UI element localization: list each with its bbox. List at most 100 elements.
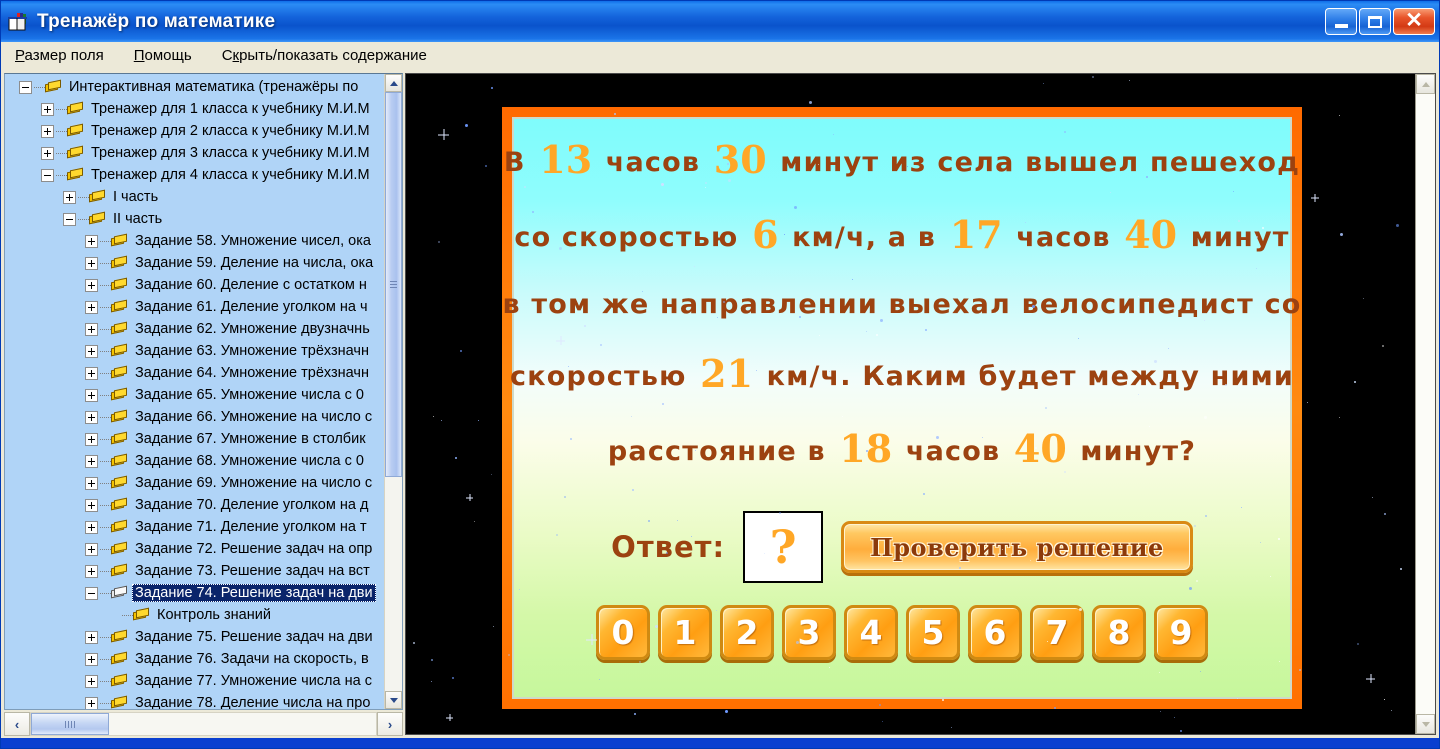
tree-scroll-thumb[interactable]: [385, 92, 402, 477]
tree-item[interactable]: Задание 66. Умножение на число с: [5, 406, 384, 428]
tree-item[interactable]: Задание 59. Деление на числа, ока: [5, 252, 384, 274]
minimize-button[interactable]: [1325, 8, 1357, 35]
tree-item[interactable]: Задание 64. Умножение трёхзначн: [5, 362, 384, 384]
tree-item[interactable]: II часть: [5, 208, 384, 230]
exercise-scroll-up-button[interactable]: [1416, 74, 1435, 94]
expand-icon[interactable]: [41, 124, 54, 138]
scroll-up-icon: [1421, 81, 1430, 87]
tree-scroll-right-button[interactable]: ›: [377, 712, 403, 736]
expand-icon[interactable]: [85, 300, 98, 314]
numpad-key-3[interactable]: 3: [782, 605, 836, 660]
expand-icon[interactable]: [63, 190, 76, 204]
tree-scroll-down-button[interactable]: [385, 691, 402, 709]
maximize-button[interactable]: [1359, 8, 1391, 35]
tree-item[interactable]: Задание 58. Умножение чисел, ока: [5, 230, 384, 252]
expand-icon[interactable]: [41, 146, 54, 160]
tree-item[interactable]: Тренажер для 1 класса к учебнику М.И.М: [5, 98, 384, 120]
tree-item[interactable]: Контроль знаний: [5, 604, 384, 626]
exercise-scroll-track[interactable]: [1416, 94, 1435, 714]
tree-item[interactable]: Тренажер для 3 класса к учебнику М.И.М: [5, 142, 384, 164]
numpad-key-5[interactable]: 5: [906, 605, 960, 660]
expand-icon[interactable]: [41, 102, 54, 116]
close-button[interactable]: ✕: [1393, 8, 1435, 35]
collapse-icon[interactable]: [85, 586, 98, 600]
collapse-icon[interactable]: [19, 80, 32, 94]
tree-connector: [34, 86, 45, 88]
answer-input-box[interactable]: ?: [743, 511, 824, 583]
tree-item[interactable]: Задание 62. Умножение двузначнь: [5, 318, 384, 340]
tree-item[interactable]: Задание 65. Умножение числа с 0: [5, 384, 384, 406]
tree-connector: [100, 350, 111, 352]
expand-icon[interactable]: [85, 234, 98, 248]
tree-item[interactable]: Задание 78. Деление числа на про: [5, 692, 384, 709]
expand-icon[interactable]: [85, 674, 98, 688]
numpad-key-2[interactable]: 2: [720, 605, 774, 660]
tree-item[interactable]: Тренажер для 2 класса к учебнику М.И.М: [5, 120, 384, 142]
menu-item-field-size[interactable]: Размер поля: [11, 45, 108, 66]
menu-item-help[interactable]: Помощь: [130, 45, 196, 66]
expand-icon[interactable]: [85, 454, 98, 468]
tree-item[interactable]: Задание 69. Умножение на число с: [5, 472, 384, 494]
numpad-key-8[interactable]: 8: [1092, 605, 1146, 660]
tree-item[interactable]: Задание 76. Задачи на скорость, в: [5, 648, 384, 670]
tree-item[interactable]: Задание 77. Умножение числа на с: [5, 670, 384, 692]
tree-item[interactable]: Задание 68. Умножение числа с 0: [5, 450, 384, 472]
expand-icon[interactable]: [85, 278, 98, 292]
expand-icon[interactable]: [85, 388, 98, 402]
numpad-key-4[interactable]: 4: [844, 605, 898, 660]
expand-icon[interactable]: [85, 432, 98, 446]
tree-scroll-up-button[interactable]: [385, 74, 402, 92]
tree-item[interactable]: Интерактивная математика (тренажёры по: [5, 76, 384, 98]
expand-icon[interactable]: [85, 366, 98, 380]
tree-hscroll-thumb[interactable]: [31, 713, 109, 735]
tree-item[interactable]: Тренажер для 4 класса к учебнику М.И.М: [5, 164, 384, 186]
expand-icon[interactable]: [85, 498, 98, 512]
numpad-key-label: 9: [1169, 613, 1193, 652]
expand-icon[interactable]: [85, 410, 98, 424]
tree-leaf-spacer: [107, 609, 120, 622]
tree-item[interactable]: Задание 70. Деление уголком на д: [5, 494, 384, 516]
expand-icon[interactable]: [85, 630, 98, 644]
tree-hscroll-track[interactable]: [30, 712, 377, 736]
collapse-icon[interactable]: [41, 168, 54, 182]
numpad-key-label: 0: [611, 613, 635, 652]
star-dot: [559, 246, 563, 250]
numpad-key-1[interactable]: 1: [658, 605, 712, 660]
numpad-key-9[interactable]: 9: [1154, 605, 1208, 660]
tree-item[interactable]: Задание 63. Умножение трёхзначн: [5, 340, 384, 362]
tree-item[interactable]: Задание 60. Деление с остатком н: [5, 274, 384, 296]
expand-icon[interactable]: [85, 564, 98, 578]
numpad-key-0[interactable]: 0: [596, 605, 650, 660]
expand-icon[interactable]: [85, 542, 98, 556]
expand-icon[interactable]: [85, 696, 98, 709]
tree-item[interactable]: Задание 67. Умножение в столбик: [5, 428, 384, 450]
tree-item[interactable]: Задание 61. Деление уголком на ч: [5, 296, 384, 318]
star-sparkle: [438, 129, 449, 140]
numpad-key-6[interactable]: 6: [968, 605, 1022, 660]
check-solution-button[interactable]: Проверить решение: [841, 521, 1193, 573]
tree-vertical-scrollbar[interactable]: [384, 74, 402, 709]
exercise-scroll-down-button[interactable]: [1416, 714, 1435, 734]
tree-item-selected[interactable]: Задание 74. Решение задач на дви: [5, 582, 384, 604]
expand-icon[interactable]: [85, 520, 98, 534]
expand-icon[interactable]: [85, 344, 98, 358]
tree-item[interactable]: Задание 75. Решение задач на дви: [5, 626, 384, 648]
tree-item-label: Задание 63. Умножение трёхзначн: [135, 343, 369, 359]
tree-item[interactable]: Задание 71. Деление уголком на т: [5, 516, 384, 538]
expand-icon[interactable]: [85, 476, 98, 490]
tree-scroll-left-button[interactable]: ‹: [4, 712, 30, 736]
tree-horizontal-scrollbar[interactable]: ‹ ›: [4, 712, 403, 736]
exercise-vertical-scrollbar[interactable]: [1415, 74, 1435, 734]
tree-scroll-track[interactable]: [385, 92, 402, 691]
numpad-key-7[interactable]: 7: [1030, 605, 1084, 660]
tree-item-label: Задание 61. Деление уголком на ч: [135, 299, 368, 315]
tree-item[interactable]: Задание 72. Решение задач на опр: [5, 538, 384, 560]
expand-icon[interactable]: [85, 256, 98, 270]
tree-item[interactable]: I часть: [5, 186, 384, 208]
tree-item[interactable]: Задание 73. Решение задач на вст: [5, 560, 384, 582]
expand-icon[interactable]: [85, 322, 98, 336]
menu-item-toggle-contents[interactable]: Скрыть/показать содержание: [218, 45, 431, 66]
tree-view[interactable]: Интерактивная математика (тренажёры по Тр…: [5, 74, 384, 709]
expand-icon[interactable]: [85, 652, 98, 666]
collapse-icon[interactable]: [63, 212, 76, 226]
